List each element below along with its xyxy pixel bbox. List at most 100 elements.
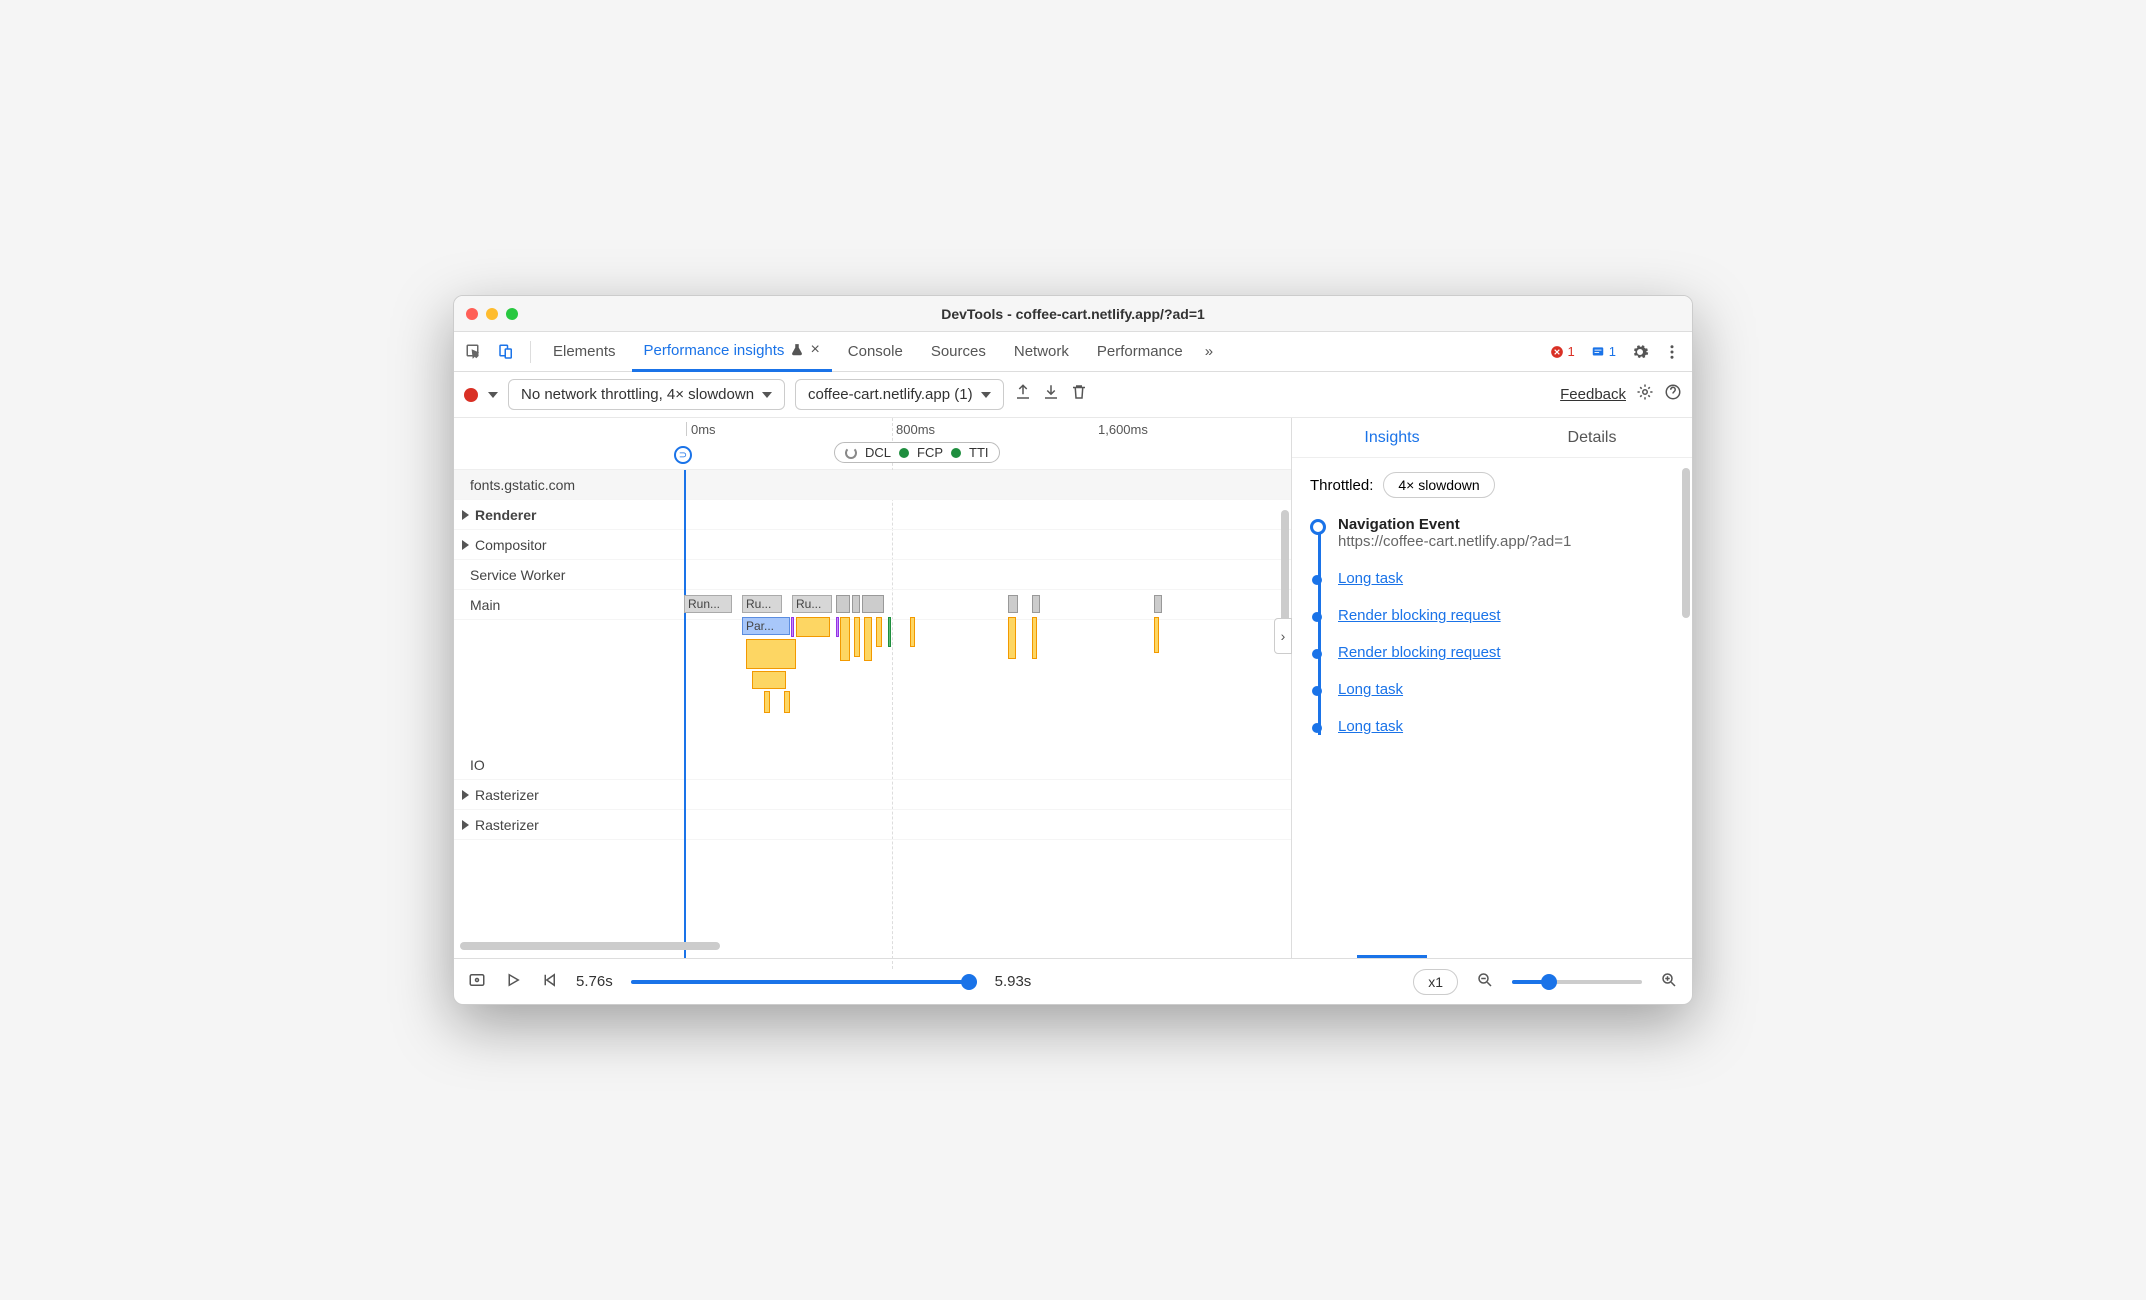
flame-bar[interactable]: [864, 617, 872, 661]
collapse-sidepane-icon[interactable]: ›: [1274, 618, 1292, 654]
flame-chart[interactable]: Run... Ru... Ru... Par...: [684, 595, 1261, 765]
play-icon[interactable]: [504, 971, 522, 993]
sidepane-scrollbar[interactable]: [1682, 468, 1690, 618]
insight-url: https://coffee-cart.netlify.app/?ad=1: [1338, 533, 1674, 550]
flame-task[interactable]: Run...: [684, 595, 732, 613]
flame-task[interactable]: [1154, 595, 1162, 613]
tree-line: [1318, 526, 1321, 735]
device-toolbar-icon[interactable]: [492, 338, 520, 366]
flame-task[interactable]: [1008, 595, 1018, 613]
track-row-rasterizer[interactable]: Rasterizer: [454, 810, 1291, 840]
feedback-link[interactable]: Feedback: [1560, 386, 1626, 403]
seek-start-icon[interactable]: [540, 971, 558, 993]
main-tabs-row: Elements Performance insights × Console …: [454, 332, 1692, 372]
flame-bar[interactable]: [910, 617, 915, 647]
errors-badge[interactable]: 1: [1544, 342, 1581, 361]
help-icon[interactable]: [1664, 383, 1682, 406]
flame-task[interactable]: Ru...: [742, 595, 782, 613]
insight-navigation[interactable]: Navigation Event https://coffee-cart.net…: [1338, 516, 1674, 550]
flask-icon: [790, 343, 804, 357]
flame-bar[interactable]: [1008, 617, 1016, 659]
zoom-out-icon[interactable]: [1476, 971, 1494, 993]
tab-console[interactable]: Console: [836, 332, 915, 372]
more-menu-icon[interactable]: [1658, 338, 1686, 366]
insights-body: Throttled: 4× slowdown Navigation Event …: [1292, 458, 1692, 958]
insight-item[interactable]: Long task: [1338, 570, 1674, 587]
tab-performance-insights[interactable]: Performance insights ×: [632, 332, 832, 372]
close-tab-icon[interactable]: ×: [810, 341, 819, 359]
flame-task[interactable]: [836, 595, 850, 613]
messages-badge[interactable]: 1: [1585, 342, 1622, 361]
flame-bar[interactable]: [840, 617, 850, 661]
panel-settings-icon[interactable]: [1636, 383, 1654, 406]
track-row[interactable]: fonts.gstatic.com: [454, 470, 1291, 500]
flame-task[interactable]: [1032, 595, 1040, 613]
more-tabs-chevron[interactable]: »: [1199, 343, 1219, 360]
track-row-service-worker[interactable]: Service Worker: [454, 560, 1291, 590]
flame-task[interactable]: Ru...: [792, 595, 832, 613]
side-tab-details[interactable]: Details: [1492, 418, 1692, 457]
record-dropdown-caret[interactable]: [488, 392, 498, 398]
tab-elements[interactable]: Elements: [541, 332, 628, 372]
marker-dcl: DCL: [865, 445, 891, 460]
flame-bar[interactable]: [876, 617, 882, 647]
flame-bar[interactable]: [752, 671, 786, 689]
track-row-compositor[interactable]: Compositor: [454, 530, 1291, 560]
timing-markers[interactable]: DCL FCP TTI: [834, 442, 1000, 463]
flame-bar[interactable]: [784, 691, 790, 713]
page-dropdown[interactable]: coffee-cart.netlify.app (1): [795, 379, 1004, 410]
record-button[interactable]: [464, 388, 478, 402]
footer-bar: 5.76s 5.93s x1: [454, 958, 1692, 1004]
inspect-element-icon[interactable]: [460, 338, 488, 366]
flame-task[interactable]: [852, 595, 860, 613]
screenshot-preview-icon[interactable]: [468, 971, 486, 993]
flame-bar[interactable]: [854, 617, 860, 657]
devtools-window: DevTools - coffee-cart.netlify.app/?ad=1…: [453, 295, 1693, 1005]
throttle-status: Throttled: 4× slowdown: [1310, 472, 1674, 498]
track-row-renderer[interactable]: Renderer: [454, 500, 1291, 530]
flame-bar[interactable]: [746, 639, 796, 669]
insight-item[interactable]: Render blocking request: [1338, 644, 1674, 661]
ruler-tick: 800ms: [892, 422, 935, 437]
track-rows: fonts.gstatic.com Renderer Compositor Se…: [454, 470, 1291, 958]
flame-bar[interactable]: [1154, 617, 1159, 653]
export-icon[interactable]: [1014, 383, 1032, 406]
tab-sources[interactable]: Sources: [919, 332, 998, 372]
insight-item[interactable]: Render blocking request: [1338, 607, 1674, 624]
flame-bar[interactable]: [888, 617, 891, 647]
flame-bar[interactable]: [1032, 617, 1037, 659]
flame-bar[interactable]: [836, 617, 839, 637]
insight-item[interactable]: Long task: [1338, 681, 1674, 698]
expand-triangle-icon: [462, 790, 469, 800]
settings-gear-icon[interactable]: [1626, 338, 1654, 366]
throttled-pill[interactable]: 4× slowdown: [1383, 472, 1494, 498]
navigation-marker-icon[interactable]: ⊃: [674, 446, 692, 464]
flame-bar[interactable]: [791, 617, 794, 637]
timeline-ruler[interactable]: 0ms 800ms 1,600ms DCL FCP TTI ⊃: [454, 418, 1291, 470]
horizontal-scrollbar[interactable]: [460, 942, 720, 950]
side-tab-insights[interactable]: Insights: [1292, 418, 1492, 457]
zoom-slider[interactable]: [1512, 980, 1642, 984]
throttle-dropdown[interactable]: No network throttling, 4× slowdown: [508, 379, 785, 410]
flame-bar[interactable]: [796, 617, 830, 637]
flame-task-parse[interactable]: Par...: [742, 617, 790, 635]
vertical-scrollbar[interactable]: [1281, 510, 1289, 630]
flame-task[interactable]: [862, 595, 884, 613]
expand-triangle-icon: [462, 540, 469, 550]
zoom-in-icon[interactable]: [1660, 971, 1678, 993]
ruler-tick: 0ms: [686, 422, 716, 436]
delete-icon[interactable]: [1070, 383, 1088, 406]
track-row-rasterizer[interactable]: Rasterizer: [454, 780, 1291, 810]
tab-performance[interactable]: Performance: [1085, 332, 1195, 372]
insight-item[interactable]: Long task: [1338, 718, 1674, 735]
zoom-level-pill[interactable]: x1: [1413, 969, 1458, 995]
import-icon[interactable]: [1042, 383, 1060, 406]
timeline-slider[interactable]: [631, 980, 977, 984]
timeline-pane: 0ms 800ms 1,600ms DCL FCP TTI ⊃ fonts.gs…: [454, 418, 1292, 958]
zoom-knob[interactable]: [1541, 974, 1557, 990]
tab-network[interactable]: Network: [1002, 332, 1081, 372]
flame-bar[interactable]: [764, 691, 770, 713]
insights-toolbar: No network throttling, 4× slowdown coffe…: [454, 372, 1692, 418]
ruler-tick: 1,600ms: [1094, 422, 1148, 437]
slider-knob[interactable]: [961, 974, 977, 990]
